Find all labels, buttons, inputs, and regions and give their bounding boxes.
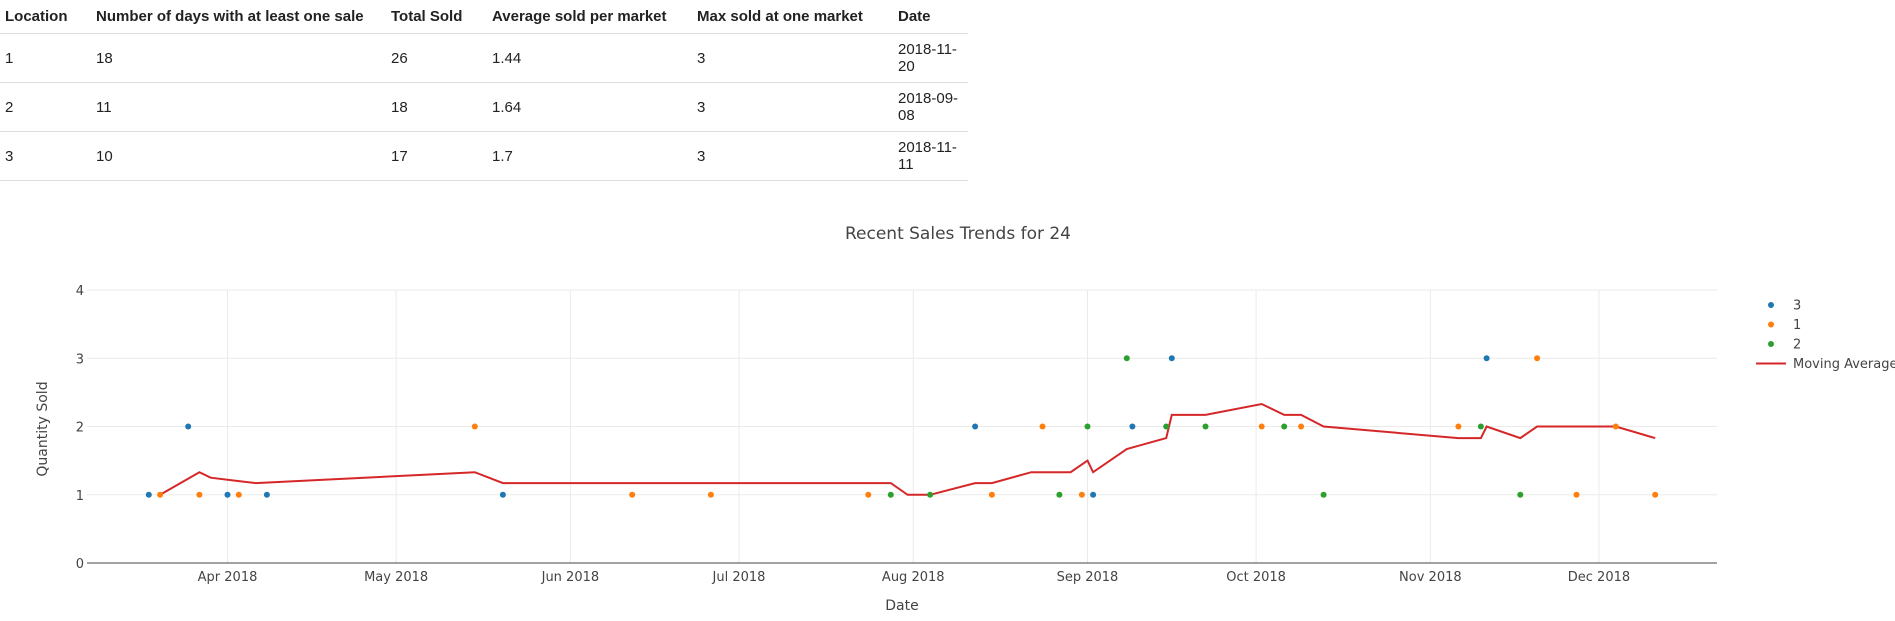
legend-label: 1 [1793,318,1801,333]
moving-average-layer [159,402,1656,496]
data-point-location-2 [1084,423,1091,430]
table-cell: 18 [91,33,386,83]
data-point-location-1 [1534,355,1541,362]
table-row: 3 10 17 1.7 3 2018-11-11 [0,131,968,181]
x-tick-label: Apr 2018 [198,570,258,585]
data-point-location-1 [988,491,995,498]
table-cell: 2 [0,82,91,132]
x-tick-label: May 2018 [364,570,428,585]
table-cell: 1 [0,33,91,83]
data-point-location-3 [1090,491,1097,498]
table-cell: 1.64 [487,82,692,132]
legend: 3 1 2 Moving Average [1756,299,1895,372]
table-cell: 2018-11-11 [893,131,968,181]
table-cell: 11 [91,82,386,132]
data-point-location-1 [471,423,478,430]
data-point-location-3 [499,491,506,498]
column-header: Location [0,0,91,34]
data-point-location-3 [145,491,152,498]
chart-title: Recent Sales Trends for 24 [845,224,1071,244]
data-point-location-1 [157,491,164,498]
legend-swatch-marker [1768,341,1774,347]
x-tick-label: Nov 2018 [1399,570,1462,585]
data-point-location-1 [865,491,872,498]
legend-label: 3 [1793,299,1801,314]
sales-trend-chart: Recent Sales Trends for 24 0 1 2 3 4 Apr 2018… [0,205,1895,621]
axes: 0 1 2 3 4 Apr 2018 May 2018 Jun 2018 Jul 2018 Aug… [76,284,1717,585]
data-point-location-1 [629,491,636,498]
table-cell: 10 [91,131,386,181]
table-header-row: Location Number of days with at least on… [0,0,968,34]
table-cell: 2018-11-20 [893,33,968,83]
data-point-location-3 [224,491,231,498]
data-point-location-1 [1039,423,1046,430]
data-point-location-3 [1483,355,1490,362]
data-point-location-1 [1612,423,1619,430]
y-tick-label: 3 [76,352,84,367]
data-point-location-1 [1298,423,1305,430]
x-tick-label: Aug 2018 [882,570,945,585]
data-point-location-2 [1320,491,1327,498]
moving-average-line [159,402,1656,496]
data-point-location-3 [972,423,979,430]
data-point-location-1 [1573,491,1580,498]
table-cell: 1.44 [487,33,692,83]
x-tick-label: Oct 2018 [1226,570,1286,585]
y-axis-title: Quantity Sold [35,381,51,476]
legend-label: 2 [1793,338,1801,353]
data-point-location-2 [1056,491,1063,498]
x-tick-label: Dec 2018 [1568,570,1630,585]
x-axis-title: Date [885,598,918,614]
y-tick-label: 1 [76,489,84,504]
data-point-location-2 [927,491,934,498]
legend-swatch-marker [1768,321,1774,328]
legend-label: Moving Average [1793,357,1895,372]
data-point-location-1 [1652,491,1659,498]
y-tick-label: 0 [76,557,84,572]
table-cell: 1.7 [487,131,692,181]
table-cell: 3 [692,33,893,83]
data-point-location-3 [263,491,270,498]
y-tick-label: 4 [76,284,84,299]
column-header: Max sold at one market [692,0,893,34]
data-point-location-3 [1129,423,1136,430]
data-point-location-1 [1078,491,1085,498]
summary-table: Location Number of days with at least on… [0,0,968,181]
table-cell: 3 [692,131,893,181]
grid [87,289,1717,563]
data-point-location-1 [1455,423,1462,430]
y-tick-label: 2 [76,421,84,436]
data-point-location-2 [1163,423,1170,430]
column-header: Date [893,0,968,34]
data-point-location-2 [1202,423,1209,430]
x-tick-label: Sep 2018 [1057,570,1119,585]
x-tick-label: Jul 2018 [712,570,766,585]
data-point-location-2 [1123,355,1130,362]
table-cell: 2018-09-08 [893,82,968,132]
x-tick-label: Jun 2018 [541,570,600,585]
table-cell: 26 [386,33,487,83]
data-point-location-2 [887,491,894,498]
column-header: Number of days with at least one sale [91,0,386,34]
data-point-location-2 [1281,423,1288,430]
legend-swatch-marker [1768,302,1774,308]
column-header: Average sold per market [487,0,692,34]
table-row: 1 18 26 1.44 3 2018-11-20 [0,33,968,83]
table-row: 2 11 18 1.64 3 2018-09-08 [0,82,968,132]
data-point-location-1 [707,491,714,498]
table-cell: 3 [0,131,91,181]
data-point-location-1 [196,491,203,498]
table-cell: 17 [386,131,487,181]
data-point-location-2 [1477,423,1484,430]
data-point-location-1 [235,491,242,498]
data-point-location-1 [1258,423,1265,430]
table-cell: 3 [692,82,893,132]
data-point-location-3 [1168,355,1175,362]
column-header: Total Sold [386,0,487,34]
data-point-location-3 [185,423,192,430]
data-point-location-2 [1517,491,1524,498]
table-cell: 18 [386,82,487,132]
